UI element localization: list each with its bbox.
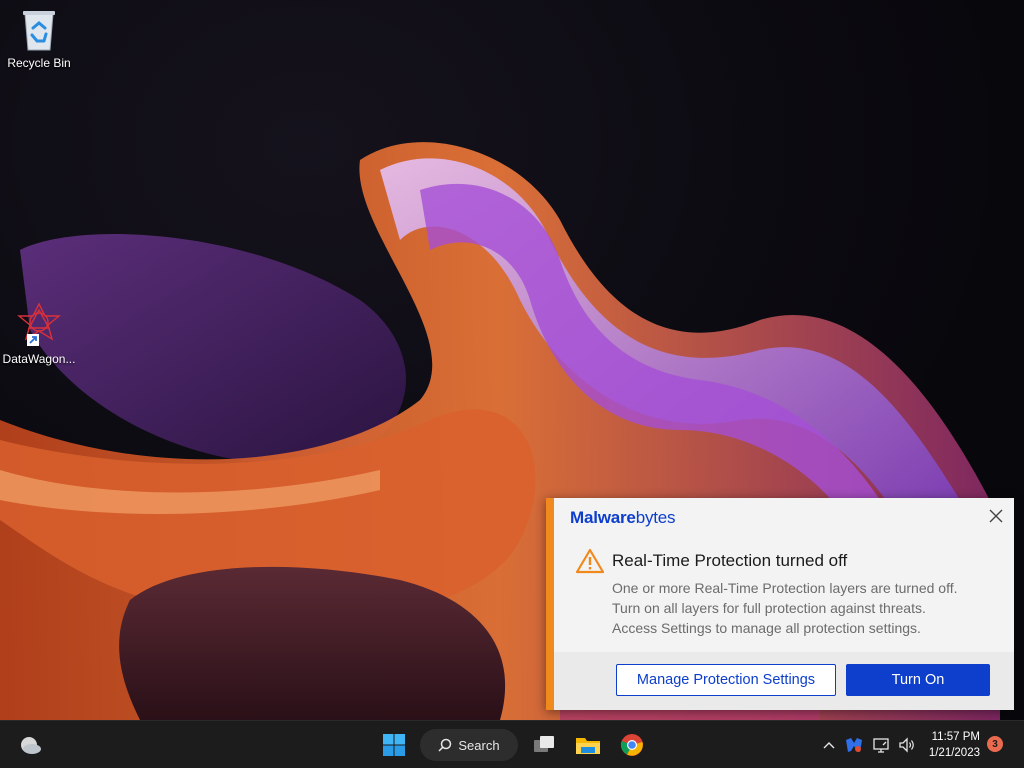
recycle-bin-label: Recycle Bin xyxy=(7,56,71,70)
malwarebytes-tray-button[interactable] xyxy=(844,729,864,761)
recycle-bin-desktop-icon[interactable]: Recycle Bin xyxy=(1,8,77,70)
task-view-icon xyxy=(534,736,554,752)
datawagon-label: DataWagon... xyxy=(2,352,76,366)
weather-widget[interactable] xyxy=(14,729,46,761)
brand-bold-text: Malware xyxy=(570,508,636,527)
clock-date: 1/21/2023 xyxy=(928,747,980,759)
network-icon xyxy=(873,738,889,753)
start-icon xyxy=(383,734,405,756)
file-explorer-button[interactable] xyxy=(572,729,604,761)
body-line: Access Settings to manage all protection… xyxy=(612,620,921,636)
file-explorer-icon xyxy=(576,738,600,754)
body-line: One or more Real-Time Protection layers … xyxy=(612,580,958,596)
recycle-bin-icon xyxy=(23,11,55,51)
weather-icon xyxy=(21,737,41,754)
volume-button[interactable] xyxy=(896,729,918,761)
task-view-button[interactable] xyxy=(528,729,560,761)
network-button[interactable] xyxy=(870,729,892,761)
chrome-button[interactable] xyxy=(616,729,648,761)
clock[interactable]: 11:57 PM 1/21/2023 xyxy=(929,729,980,761)
search-icon xyxy=(438,738,452,752)
malwarebytes-logo: Malwarebytes xyxy=(570,508,676,528)
close-icon[interactable] xyxy=(986,506,1006,526)
volume-icon xyxy=(899,737,914,753)
chrome-icon xyxy=(620,734,643,756)
manage-protection-settings-button[interactable]: Manage Protection Settings xyxy=(616,664,836,696)
show-hidden-icons-button[interactable] xyxy=(820,729,838,761)
taskbar: Search 11:57 PM 1/21/2023 xyxy=(0,720,1024,768)
datawagon-desktop-icon[interactable]: DataWagon... xyxy=(1,302,77,366)
notification-body: One or more Real-Time Protection layers … xyxy=(612,578,992,638)
malwarebytes-notification: Malwarebytes Real-Time Protection turned… xyxy=(546,498,1014,710)
warning-icon xyxy=(576,548,604,574)
taskbar-search[interactable]: Search xyxy=(420,729,518,761)
notification-title: Real-Time Protection turned off xyxy=(612,551,848,570)
turn-on-button[interactable]: Turn On xyxy=(846,664,990,696)
notification-actions: Manage Protection Settings Turn On xyxy=(554,652,1014,710)
body-line: Turn on all layers for full protection a… xyxy=(612,600,926,616)
start-button[interactable] xyxy=(378,729,410,761)
chevron-up-icon xyxy=(823,742,835,749)
datawagon-shortcut-icon xyxy=(17,302,61,346)
malwarebytes-tray-icon xyxy=(846,738,862,752)
clock-time: 11:57 PM xyxy=(931,731,980,743)
brand-light-text: bytes xyxy=(635,508,676,527)
notification-count-badge[interactable]: 3 xyxy=(987,736,1003,752)
search-label: Search xyxy=(458,737,500,753)
